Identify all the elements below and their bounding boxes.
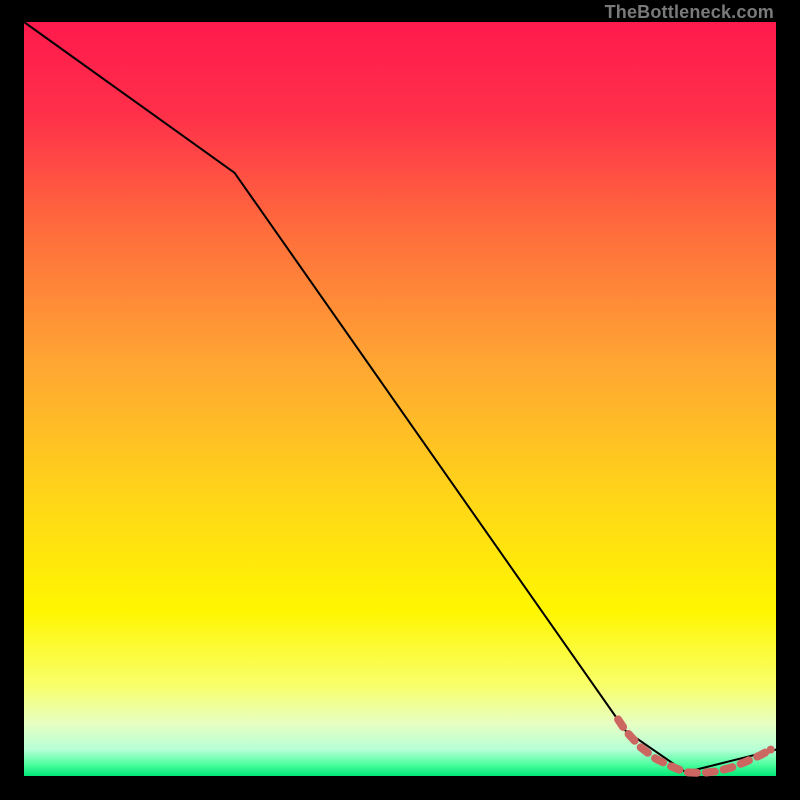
end-dot	[767, 746, 775, 754]
plot-area	[24, 22, 776, 776]
chart-lines	[24, 22, 776, 776]
bottleneck-curve-line	[24, 22, 776, 772]
watermark-text: TheBottleneck.com	[605, 2, 774, 23]
optimal-range-line	[618, 719, 771, 773]
chart-canvas: TheBottleneck.com	[0, 0, 800, 800]
